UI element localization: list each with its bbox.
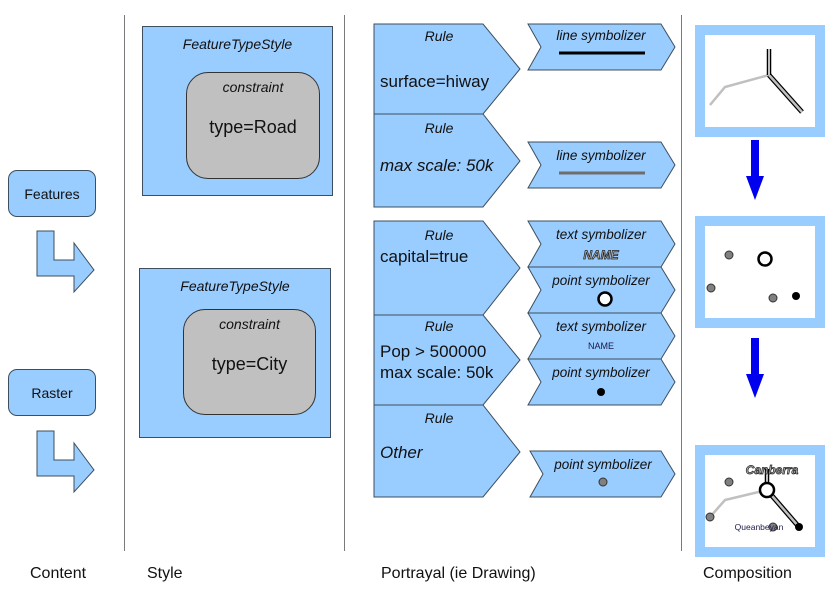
feature-type-style-city: FeatureTypeStyle constraint type=City: [139, 268, 331, 438]
points-render: [706, 250, 800, 303]
rule-condition: max scale: 50k: [380, 156, 495, 175]
symbolizer-title: point symbolizer: [551, 365, 650, 380]
divider-style-portrayal: [344, 15, 345, 551]
column-label-portrayal: Portrayal (ie Drawing): [381, 565, 536, 582]
constraint-city: constraint type=City: [183, 309, 316, 415]
rule-title: Rule: [425, 227, 454, 243]
rule-title: Rule: [425, 318, 454, 334]
point-sample-black: [597, 388, 605, 396]
composition-final: Canberra Queanbeyan: [695, 445, 825, 557]
symbolizer-title: point symbolizer: [551, 273, 650, 288]
symbolizer-title: line symbolizer: [556, 148, 646, 163]
symbolizer-title: text symbolizer: [556, 227, 647, 242]
symbolizer-title: text symbolizer: [556, 319, 647, 334]
constraint-value: type=City: [211, 354, 288, 374]
column-label-content: Content: [30, 565, 87, 582]
symbolizer-title: line symbolizer: [556, 28, 646, 43]
composition-roads: [695, 25, 825, 137]
content-features: Features: [8, 170, 96, 217]
composition-points: [695, 216, 825, 328]
roads-render: [709, 49, 804, 114]
content-raster-label: Raster: [31, 384, 73, 401]
constraint-title: constraint: [222, 79, 284, 95]
content-raster: Raster: [8, 369, 96, 416]
rule-title: Rule: [425, 28, 454, 44]
point-sample-gray: [598, 477, 608, 487]
feature-type-style-title: FeatureTypeStyle: [182, 36, 293, 52]
rule-title: Rule: [425, 410, 454, 426]
rule-title: Rule: [425, 120, 454, 136]
bent-arrow-icon: [36, 230, 95, 294]
capital-label: Canberra: [746, 463, 799, 477]
column-label-style: Style: [147, 565, 183, 582]
constraint-value: type=Road: [209, 117, 297, 137]
rule-condition: max scale: 50k: [380, 363, 494, 382]
rule-condition: capital=true: [380, 247, 468, 266]
final-render: Canberra Queanbeyan: [705, 463, 803, 532]
content-features-label: Features: [24, 185, 80, 202]
rule-condition: Other: [380, 443, 424, 462]
text-sample-small: NAME: [588, 341, 614, 351]
portrayal-diagram: Rule Rule Rule Rule Rule surface=hiway m…: [373, 23, 676, 498]
column-label-composition: Composition: [703, 565, 792, 582]
rule-condition: Pop > 500000: [380, 342, 486, 361]
down-arrow-icon: [746, 140, 764, 200]
divider-portrayal-composition: [681, 15, 682, 551]
feature-type-style-title: FeatureTypeStyle: [180, 278, 290, 294]
feature-type-style-road: FeatureTypeStyle constraint type=Road: [142, 26, 333, 196]
divider-content-style: [124, 15, 125, 551]
symbolizer-title: point symbolizer: [553, 457, 652, 472]
down-arrow-icon: [746, 338, 764, 398]
constraint-road: constraint type=Road: [186, 72, 320, 179]
city-label: Queanbeyan: [735, 522, 784, 532]
bent-arrow-icon: [36, 430, 95, 494]
constraint-title: constraint: [219, 316, 280, 332]
rule-condition: surface=hiway: [380, 72, 490, 91]
text-sample-halo: NAME: [583, 248, 619, 262]
point-sample-hollow: [597, 291, 613, 307]
